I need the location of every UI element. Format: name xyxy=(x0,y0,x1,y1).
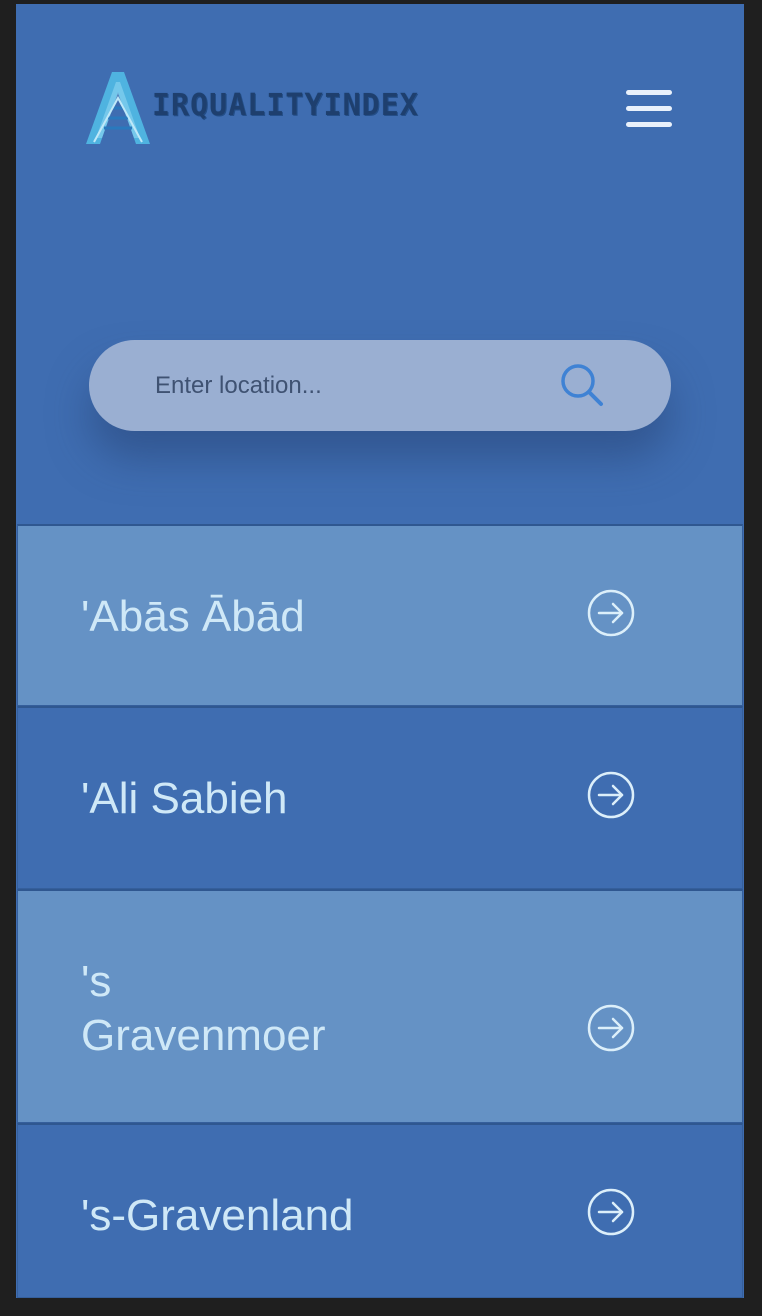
location-name: 'Ali Sabieh xyxy=(81,774,288,823)
location-name: 's-Gravenland xyxy=(81,1191,354,1240)
logo-a-icon xyxy=(86,72,150,144)
arrow-right-circle-icon[interactable] xyxy=(586,1187,636,1237)
list-item[interactable]: 'Ali Sabieh xyxy=(17,706,743,889)
app-frame: IRQUALITYINDEX 'Abās Ābād 'Ali Sabieh xyxy=(16,4,744,1298)
search-icon[interactable] xyxy=(559,362,605,408)
logo[interactable]: IRQUALITYINDEX xyxy=(82,68,542,148)
logo-text: IRQUALITYINDEX xyxy=(152,88,419,123)
location-list: 'Abās Ābād 'Ali Sabieh 's Gravenmoer 's-… xyxy=(16,524,744,1298)
list-item[interactable]: 's Gravenmoer xyxy=(17,889,743,1123)
search-input[interactable] xyxy=(153,364,537,408)
hamburger-menu-icon[interactable] xyxy=(622,86,674,132)
header: IRQUALITYINDEX xyxy=(16,4,744,524)
arrow-right-circle-icon[interactable] xyxy=(586,1003,636,1053)
location-name: 's Gravenmoer xyxy=(81,957,326,1060)
arrow-right-circle-icon[interactable] xyxy=(586,770,636,820)
list-item[interactable]: 's-Gravenland xyxy=(17,1123,743,1298)
arrow-right-circle-icon[interactable] xyxy=(586,588,636,638)
location-name: 'Abās Ābād xyxy=(81,592,305,641)
list-item[interactable]: 'Abās Ābād xyxy=(17,524,743,706)
search-bar xyxy=(89,340,671,431)
